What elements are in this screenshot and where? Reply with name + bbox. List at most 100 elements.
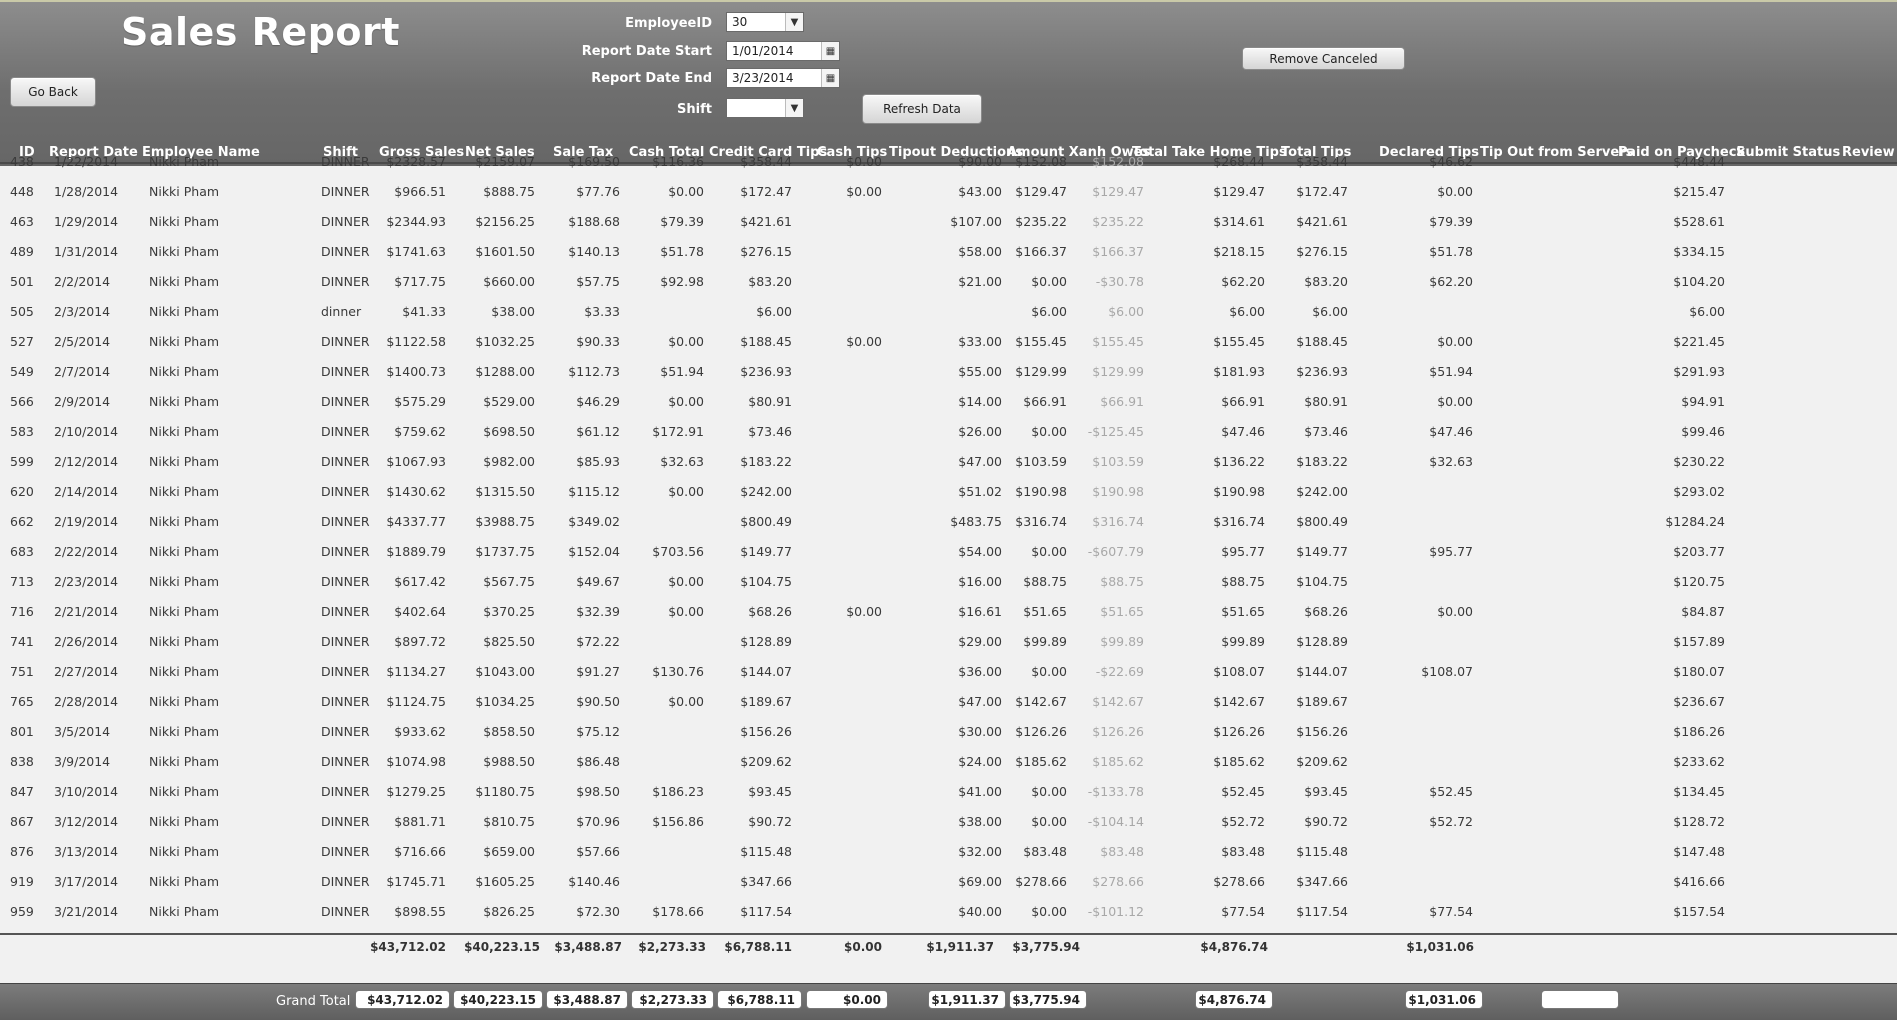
table-row[interactable]: 583 2/10/2014 Nikki Pham DINNER $759.62 $698.… [0, 423, 1897, 453]
cell-declared: $0.00 [1437, 184, 1473, 199]
cell-gross: $1741.63 [386, 244, 446, 259]
table-row[interactable]: 683 2/22/2014 Nikki Pham DINNER $1889.79 $173… [0, 543, 1897, 573]
cell-id: 662 [10, 514, 34, 529]
refresh-data-button[interactable]: Refresh Data [862, 94, 982, 124]
cell-cc: $93.45 [748, 784, 792, 799]
table-row[interactable]: 919 3/17/2014 Nikki Pham DINNER $1745.71 $160… [0, 873, 1897, 903]
cell-cash: $178.66 [652, 904, 704, 919]
table-row[interactable]: 489 1/31/2014 Nikki Pham DINNER $1741.63 $160… [0, 243, 1897, 273]
cell-ctips: $0.00 [846, 334, 882, 349]
grand-total-declared-tips: $1,031.06 [1405, 990, 1483, 1009]
table-row[interactable]: 713 2/23/2014 Nikki Pham DINNER $617.42 $567.… [0, 573, 1897, 603]
cell-owes: $6.00 [1108, 304, 1144, 319]
go-back-button[interactable]: Go Back [10, 77, 96, 107]
calendar-icon[interactable]: ▦ [821, 69, 839, 87]
cell-id: 847 [10, 784, 34, 799]
cell-date: 3/5/2014 [54, 724, 111, 739]
cell-paid: $6.00 [1689, 304, 1725, 319]
cell-date: 2/19/2014 [54, 514, 119, 529]
cell-gross: $1279.25 [386, 784, 446, 799]
cell-paid: $528.61 [1673, 214, 1725, 229]
cell-name: Nikki Pham [149, 484, 220, 499]
cell-cc: $144.07 [740, 664, 792, 679]
cell-cash: $32.63 [660, 454, 704, 469]
cell-id: 438 [10, 154, 34, 169]
table-row[interactable]: 549 2/7/2014 Nikki Pham DINNER $1400.73 $1288… [0, 363, 1897, 393]
report-date-start-input[interactable]: 1/01/2014 ▦ [726, 41, 840, 61]
cell-cc: $104.75 [740, 574, 792, 589]
shift-select[interactable]: ▼ [726, 98, 804, 118]
cell-owes: $126.26 [1092, 724, 1144, 739]
cell-date: 2/28/2014 [54, 694, 119, 709]
cell-date: 3/21/2014 [54, 904, 119, 919]
table-row[interactable]: 716 2/21/2014 Nikki Pham DINNER $402.64 $370.… [0, 603, 1897, 633]
cell-name: Nikki Pham [149, 184, 220, 199]
table-row[interactable]: 566 2/9/2014 Nikki Pham DINNER $575.29 $529.0… [0, 393, 1897, 423]
cell-owes: $142.67 [1092, 694, 1144, 709]
table-row[interactable]: 959 3/21/2014 Nikki Pham DINNER $898.55 $826.… [0, 903, 1897, 933]
cell-date: 2/23/2014 [54, 574, 119, 589]
table-row[interactable]: 527 2/5/2014 Nikki Pham DINNER $1122.58 $1032… [0, 333, 1897, 363]
report-date-end-label: Report Date End [591, 71, 712, 86]
cell-gross: $1889.79 [386, 544, 446, 559]
cell-tax: $140.46 [568, 874, 620, 889]
cell-name: Nikki Pham [149, 904, 220, 919]
employee-id-label: EmployeeID [625, 16, 712, 31]
cell-date: 2/12/2014 [54, 454, 119, 469]
cell-declared: $108.07 [1421, 664, 1473, 679]
summary-divider [0, 933, 1897, 935]
table-row[interactable]: 876 3/13/2014 Nikki Pham DINNER $716.66 $659.… [0, 843, 1897, 873]
cell-owes: -$30.78 [1095, 274, 1144, 289]
cell-gross: $1430.62 [386, 484, 446, 499]
cell-gross: $881.71 [394, 814, 446, 829]
table-row[interactable]: 505 2/3/2014 Nikki Pham dinner $41.33 $38.00 $… [0, 303, 1897, 333]
cell-total: $80.91 [1304, 394, 1348, 409]
cell-cash: $172.91 [652, 424, 704, 439]
calendar-icon[interactable]: ▦ [821, 42, 839, 60]
cell-declared: $0.00 [1437, 604, 1473, 619]
cell-cc: $80.91 [748, 394, 792, 409]
cell-id: 583 [10, 424, 34, 439]
cell-owes: -$101.12 [1087, 904, 1144, 919]
cell-total: $90.72 [1304, 814, 1348, 829]
table-row[interactable]: 620 2/14/2014 Nikki Pham DINNER $1430.62 $131… [0, 483, 1897, 513]
remove-canceled-button[interactable]: Remove Canceled [1242, 47, 1405, 70]
table-row[interactable]: 741 2/26/2014 Nikki Pham DINNER $897.72 $825.… [0, 633, 1897, 663]
dropdown-arrow-icon[interactable]: ▼ [785, 99, 803, 117]
cell-cc: $276.15 [740, 244, 792, 259]
table-row[interactable]: 751 2/27/2014 Nikki Pham DINNER $1134.27 $104… [0, 663, 1897, 693]
cell-cc: $73.46 [748, 424, 792, 439]
employee-id-select[interactable]: 30 ▼ [726, 12, 804, 32]
cell-name: Nikki Pham [149, 634, 220, 649]
dropdown-arrow-icon[interactable]: ▼ [785, 13, 803, 31]
table-row[interactable]: 599 2/12/2014 Nikki Pham DINNER $1067.93 $982… [0, 453, 1897, 483]
cell-owes: $166.37 [1092, 244, 1144, 259]
cell-owes: -$22.69 [1095, 664, 1144, 679]
table-row[interactable]: 847 3/10/2014 Nikki Pham DINNER $1279.25 $118… [0, 783, 1897, 813]
cell-cc: $172.47 [740, 184, 792, 199]
summary-cash-tips: $0.00 [844, 940, 882, 954]
table-row[interactable]: 867 3/12/2014 Nikki Pham DINNER $881.71 $810.… [0, 813, 1897, 843]
cell-date: 2/26/2014 [54, 634, 119, 649]
cell-paid: $104.20 [1673, 274, 1725, 289]
cell-tax: $349.02 [568, 514, 620, 529]
cell-gross: $717.75 [394, 274, 446, 289]
table-row[interactable]: 765 2/28/2014 Nikki Pham DINNER $1124.75 $103… [0, 693, 1897, 723]
table-row[interactable]: 463 1/29/2014 Nikki Pham DINNER $2344.93 $215… [0, 213, 1897, 243]
cell-tax: $75.12 [576, 724, 620, 739]
cell-declared: $0.00 [1437, 334, 1473, 349]
table-row[interactable]: 801 3/5/2014 Nikki Pham DINNER $933.62 $858.5… [0, 723, 1897, 753]
table-row[interactable]: 838 3/9/2014 Nikki Pham DINNER $1074.98 $988.… [0, 753, 1897, 783]
table-row[interactable]: 501 2/2/2014 Nikki Pham DINNER $717.75 $660.0… [0, 273, 1897, 303]
cell-owes: $235.22 [1092, 214, 1144, 229]
table-row[interactable]: 438 1/22/2014 Nikki Pham DINNER $2328.57 $215… [0, 153, 1897, 183]
cell-name: Nikki Pham [149, 664, 220, 679]
report-header: Sales Report Go Back EmployeeID 30 ▼ Rep… [0, 0, 1897, 166]
cell-name: Nikki Pham [149, 694, 220, 709]
report-date-end-input[interactable]: 3/23/2014 ▦ [726, 68, 840, 88]
table-row[interactable]: 662 2/19/2014 Nikki Pham DINNER $4337.77 $398… [0, 513, 1897, 543]
cell-cc: $347.66 [740, 874, 792, 889]
cell-cc: $209.62 [740, 754, 792, 769]
cell-id: 527 [10, 334, 34, 349]
table-row[interactable]: 448 1/28/2014 Nikki Pham DINNER $966.51 $888.… [0, 183, 1897, 213]
